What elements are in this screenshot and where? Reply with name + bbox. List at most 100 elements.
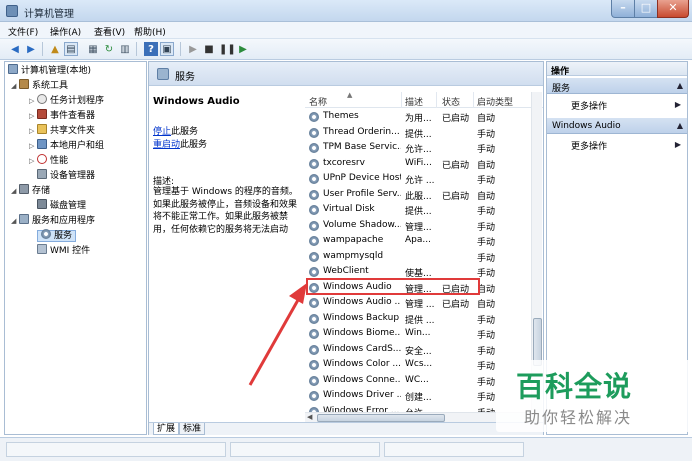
restart-service-link[interactable]: 重启动 bbox=[153, 137, 180, 150]
gear-icon bbox=[309, 220, 319, 231]
watermark-slogan: 助你轻松解决 bbox=[524, 408, 633, 427]
expand-icon[interactable]: ▷ bbox=[29, 154, 37, 168]
tree-item-system-tools[interactable]: ◢ 系统工具 bbox=[11, 79, 68, 93]
service-row[interactable]: txcoresrv WiFi... 已启动 自动 bbox=[305, 156, 535, 172]
export-list-icon[interactable]: ▥ bbox=[118, 42, 132, 56]
menu-file[interactable]: 文件(F) bbox=[8, 25, 38, 38]
close-button[interactable]: ✕ bbox=[657, 0, 689, 18]
column-status[interactable]: 状态 bbox=[442, 95, 460, 108]
menu-action[interactable]: 操作(A) bbox=[50, 25, 81, 38]
expand-icon[interactable]: ▷ bbox=[29, 139, 37, 153]
gear-icon bbox=[309, 313, 319, 324]
tree-item-services-applications[interactable]: ◢ 服务和应用程序 bbox=[11, 214, 95, 228]
device-manager-icon bbox=[37, 169, 47, 179]
column-name[interactable]: 名称 bbox=[309, 95, 327, 108]
menu-bar: 文件(F) 操作(A) 查看(V) 帮助(H) bbox=[0, 22, 692, 39]
stop-service-icon[interactable]: ■ bbox=[202, 42, 216, 56]
collapse-up-icon[interactable]: ▲ bbox=[677, 81, 683, 90]
services-pane: 服务 Windows Audio 停止 此服务 重启动 此服务 描述: 管理基于… bbox=[148, 61, 544, 435]
show-hide-action-pane-icon[interactable]: ▣ bbox=[160, 42, 174, 56]
service-row[interactable]: Thread Orderin... 提供... 手动 bbox=[305, 125, 535, 141]
gear-icon bbox=[309, 375, 319, 386]
refresh-icon[interactable]: ↻ bbox=[102, 42, 116, 56]
expand-icon[interactable]: ▷ bbox=[29, 124, 37, 138]
restart-service-icon[interactable]: ▶ bbox=[236, 42, 250, 56]
expand-icon[interactable]: ▷ bbox=[29, 94, 37, 108]
collapse-icon[interactable]: ◢ bbox=[11, 184, 19, 198]
more-actions-item[interactable]: 更多操作 bbox=[571, 139, 607, 152]
help-icon[interactable]: ? bbox=[144, 42, 158, 56]
service-row[interactable]: Windows CardS... 安全... 手动 bbox=[305, 342, 535, 358]
stop-service-link[interactable]: 停止 bbox=[153, 124, 171, 137]
service-description-cell: 安全... bbox=[405, 346, 432, 357]
properties-icon[interactable]: ▦ bbox=[86, 42, 100, 56]
service-row[interactable]: Themes 为用... 已启动 自动 bbox=[305, 109, 535, 125]
maximize-button[interactable]: □ bbox=[634, 0, 658, 18]
actions-title: 操作 bbox=[547, 62, 687, 77]
window-title: 计算机管理 bbox=[24, 9, 74, 20]
service-status: 已启动 bbox=[442, 114, 470, 124]
column-divider[interactable] bbox=[401, 92, 402, 108]
column-divider[interactable] bbox=[436, 92, 437, 108]
service-row[interactable]: Windows Backup 提供 ... 手动 bbox=[305, 311, 535, 327]
tree-item-computer-management[interactable]: 计算机管理(本地) bbox=[8, 64, 91, 78]
service-row[interactable]: Windows Audio ... 管理 ... 已启动 自动 bbox=[305, 295, 535, 311]
computer-management-icon bbox=[6, 5, 18, 17]
up-folder-icon[interactable]: ▲ bbox=[48, 42, 62, 56]
service-startup-type: 手动 bbox=[477, 145, 496, 155]
vertical-scroll-thumb[interactable] bbox=[533, 318, 542, 366]
menu-help[interactable]: 帮助(H) bbox=[134, 25, 166, 38]
tree-item-performance[interactable]: ▷ 性能 bbox=[29, 154, 68, 168]
actions-section-services[interactable]: 服务 ▲ bbox=[547, 78, 687, 94]
service-row[interactable]: wampapache Apa... 手动 bbox=[305, 233, 535, 249]
collapse-icon[interactable]: ◢ bbox=[11, 214, 19, 228]
tree-item-local-users-groups[interactable]: ▷ 本地用户和组 bbox=[29, 139, 104, 153]
expand-icon[interactable]: ▷ bbox=[29, 109, 37, 123]
more-actions-item[interactable]: 更多操作 bbox=[571, 99, 607, 112]
actions-section-windows-audio[interactable]: Windows Audio ▲ bbox=[547, 118, 687, 134]
service-row[interactable]: wampmysqld 手动 bbox=[305, 249, 535, 265]
storage-icon bbox=[19, 184, 29, 194]
scroll-left-icon[interactable]: ◀ bbox=[307, 413, 312, 421]
toolbar-separator bbox=[42, 42, 43, 56]
gear-icon bbox=[309, 344, 319, 355]
tree-item-services[interactable]: 服务 bbox=[29, 229, 77, 243]
forward-arrow-icon[interactable]: ▶ bbox=[24, 42, 38, 56]
column-description[interactable]: 描述 bbox=[405, 95, 423, 108]
service-status: 已启动 bbox=[442, 160, 470, 171]
services-header-title: 服务 bbox=[175, 72, 195, 83]
minimize-button[interactable]: – bbox=[611, 0, 635, 18]
collapse-icon[interactable]: ◢ bbox=[11, 79, 19, 93]
show-hide-tree-icon[interactable]: ▤ bbox=[64, 42, 78, 56]
tree-item-event-viewer[interactable]: ▷ 事件查看器 bbox=[29, 109, 95, 123]
tab-extended[interactable]: 扩展 bbox=[153, 423, 180, 435]
restart-service-suffix: 此服务 bbox=[180, 140, 208, 150]
column-divider[interactable] bbox=[473, 92, 474, 108]
tree-item-shared-folders[interactable]: ▷ 共享文件夹 bbox=[29, 124, 95, 138]
back-arrow-icon[interactable]: ◀ bbox=[8, 42, 22, 56]
column-startup-type[interactable]: 启动类型 bbox=[477, 95, 513, 108]
service-description-cell: Wcs... bbox=[405, 359, 433, 369]
menu-view[interactable]: 查看(V) bbox=[94, 25, 125, 38]
service-row[interactable]: Volume Shadow... 管理... 手动 bbox=[305, 218, 535, 234]
service-row[interactable]: User Profile Serv... 此服... 已启动 自动 bbox=[305, 187, 535, 203]
pause-service-icon[interactable]: ❚❚ bbox=[218, 42, 236, 56]
tree-item-wmi-control[interactable]: WMI 控件 bbox=[29, 244, 90, 258]
start-service-icon[interactable]: ▶ bbox=[186, 42, 200, 56]
collapse-up-icon[interactable]: ▲ bbox=[677, 121, 683, 130]
tree-item-device-manager[interactable]: 设备管理器 bbox=[29, 169, 95, 183]
service-startup-type: 手动 bbox=[477, 331, 496, 341]
service-row[interactable]: UPnP Device Host 允许 ... 手动 bbox=[305, 171, 535, 187]
service-startup-type: 自动 bbox=[477, 300, 496, 310]
horizontal-scroll-thumb[interactable] bbox=[317, 414, 445, 422]
service-row[interactable]: Windows Biome... Win... 手动 bbox=[305, 326, 535, 342]
service-description-cell: Win... bbox=[405, 328, 431, 338]
gear-icon bbox=[309, 251, 319, 262]
tab-standard[interactable]: 标准 bbox=[179, 423, 206, 435]
tree-item-disk-management[interactable]: 磁盘管理 bbox=[29, 199, 86, 213]
tree-item-task-scheduler[interactable]: ▷ 任务计划程序 bbox=[29, 94, 104, 108]
tree-item-storage[interactable]: ◢ 存储 bbox=[11, 184, 50, 198]
service-row[interactable]: Virtual Disk 提供... 手动 bbox=[305, 202, 535, 218]
disk-icon bbox=[37, 199, 47, 209]
service-row[interactable]: TPM Base Servic... 允许... 手动 bbox=[305, 140, 535, 156]
